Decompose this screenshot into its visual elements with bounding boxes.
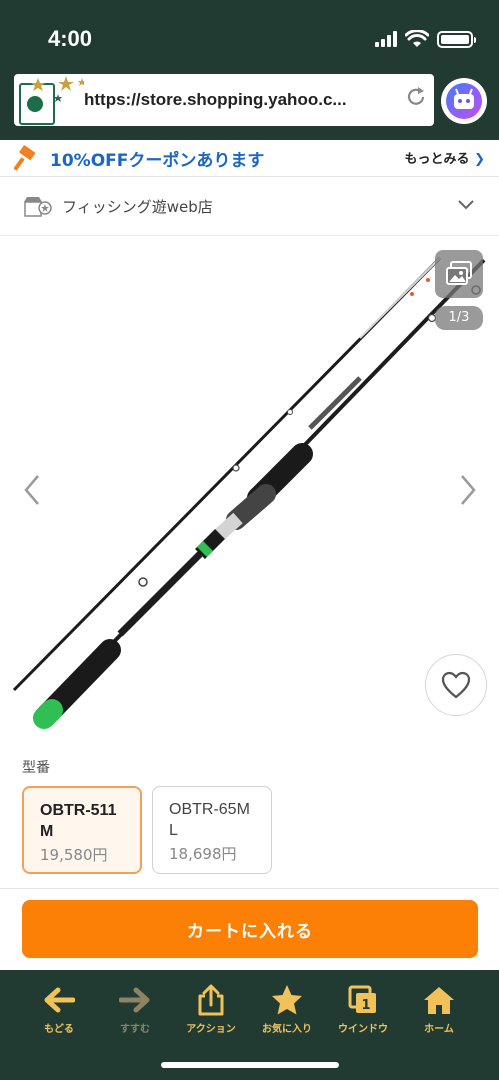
variant-price: 18,698円 — [169, 845, 237, 863]
product-image — [12, 256, 486, 729]
store-name: フィッシング遊web店 — [62, 198, 213, 216]
chevron-down-icon[interactable] — [457, 195, 475, 213]
coupon-banner[interactable]: 10%OFFクーポンあります もっとみる ❯ — [0, 140, 499, 177]
cellular-signal-icon — [375, 31, 397, 47]
coupon-more-link[interactable]: もっとみる ❯ — [405, 148, 485, 167]
assistant-extension-icon[interactable] — [441, 78, 487, 124]
home-icon — [424, 987, 454, 1014]
home-button[interactable]: ホーム — [401, 984, 477, 1035]
wifi-icon — [405, 30, 429, 47]
add-to-cart-button[interactable]: カートに入れる — [22, 900, 478, 958]
store-badge-icon — [24, 196, 52, 217]
section-divider — [0, 888, 499, 889]
hammer-icon — [14, 145, 36, 171]
product-gallery[interactable]: 1/3 — [0, 238, 499, 738]
toolbar-label: ホーム — [424, 1024, 454, 1035]
store-row[interactable]: フィッシング遊web店 — [0, 178, 499, 236]
toolbar-label: ウインドウ — [338, 1024, 388, 1035]
toolbar-label: お気に入り — [262, 1024, 312, 1035]
toolbar-label: アクション — [186, 1024, 236, 1035]
url-bar[interactable]: https://store.shopping.yahoo.c... — [14, 74, 434, 126]
site-logo-icon — [14, 74, 86, 126]
heart-icon — [441, 671, 471, 699]
home-indicator[interactable] — [161, 1062, 339, 1068]
toolbar-label: もどる — [44, 1024, 74, 1035]
coupon-text: 10%OFFクーポンあります — [50, 150, 265, 171]
battery-icon — [437, 30, 476, 48]
svg-text:1: 1 — [361, 998, 370, 1013]
reload-icon[interactable] — [398, 86, 434, 114]
favorites-button[interactable]: お気に入り — [249, 984, 325, 1035]
forward-button[interactable]: すすむ — [97, 984, 173, 1035]
chevron-right-icon: ❯ — [474, 152, 485, 167]
variant-option-obtr-65ml[interactable]: OBTR-65ML 18,698円 — [152, 786, 272, 874]
status-time: 4:00 — [48, 26, 93, 51]
back-button[interactable]: もどる — [21, 984, 97, 1035]
previous-image-arrow-icon[interactable] — [20, 470, 44, 510]
image-counter: 1/3 — [435, 306, 483, 330]
toolbar-label: すすむ — [120, 1024, 150, 1035]
model-label: 型番 — [22, 760, 50, 776]
variant-name: OBTR-511M — [40, 802, 117, 840]
next-image-arrow-icon[interactable] — [456, 470, 480, 510]
coupon-more-label: もっとみる — [404, 152, 470, 167]
star-icon — [272, 985, 302, 1015]
windows-icon: 1 — [348, 985, 376, 1013]
arrow-left-icon — [44, 987, 75, 1013]
action-button[interactable]: アクション — [173, 984, 249, 1035]
gallery-list-icon[interactable] — [435, 250, 483, 298]
variant-price: 19,580円 — [40, 846, 108, 864]
arrow-right-icon — [119, 987, 150, 1013]
windows-button[interactable]: 1 ウインドウ — [325, 984, 401, 1035]
url-text[interactable]: https://store.shopping.yahoo.c... — [84, 90, 398, 110]
share-icon — [198, 984, 224, 1016]
variant-name: OBTR-65ML — [169, 801, 250, 839]
status-icons — [375, 30, 476, 48]
variant-option-obtr-511m[interactable]: OBTR-511M 19,580円 — [22, 786, 142, 874]
favorite-button[interactable] — [425, 654, 487, 716]
browser-chrome: 4:00 https://store.shopping.yahoo.c... — [0, 0, 499, 140]
